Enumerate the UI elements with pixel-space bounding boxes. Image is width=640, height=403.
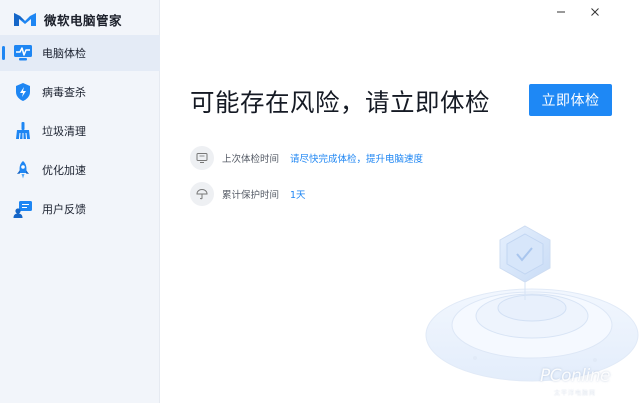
umbrella-icon xyxy=(190,182,214,206)
last-checkup-value[interactable]: 请尽快完成体检，提升电脑速度 xyxy=(290,151,423,165)
close-icon xyxy=(591,8,599,16)
app-logo-icon xyxy=(14,13,36,26)
app-window: 微软电脑管家 电脑体检 病毒查杀 垃圾清理 优化加速 用户反馈 可能存在风险，请… xyxy=(0,0,640,403)
watermark: PConline xyxy=(540,366,610,386)
rocket-icon xyxy=(13,160,33,180)
watermark-subtitle: 太平洋电脑网 xyxy=(554,390,597,397)
status-headline: 可能存在风险，请立即体检 xyxy=(190,88,490,117)
sidebar-item-label: 病毒查杀 xyxy=(42,86,86,99)
active-indicator xyxy=(2,46,5,60)
sidebar-item-cleanup[interactable]: 垃圾清理 xyxy=(0,113,160,149)
sidebar-item-label: 用户反馈 xyxy=(42,203,86,216)
sidebar-item-feedback[interactable]: 用户反馈 xyxy=(0,191,160,227)
last-checkup-label: 上次体检时间 xyxy=(222,154,280,165)
feedback-icon xyxy=(13,199,33,219)
sidebar-item-optimize[interactable]: 优化加速 xyxy=(0,152,160,188)
start-checkup-button[interactable]: 立即体检 xyxy=(529,84,612,116)
monitor-pulse-icon xyxy=(13,43,33,63)
protection-time-value: 1天 xyxy=(290,190,306,201)
shield-icon xyxy=(13,82,33,102)
sidebar: 微软电脑管家 电脑体检 病毒查杀 垃圾清理 优化加速 用户反馈 xyxy=(0,0,160,403)
sidebar-item-label: 优化加速 xyxy=(42,164,86,177)
app-title: 微软电脑管家 xyxy=(44,12,123,28)
monitor-icon xyxy=(190,146,214,170)
sidebar-item-label: 垃圾清理 xyxy=(42,125,86,138)
protection-time-label: 累计保护时间 xyxy=(222,190,280,201)
sidebar-item-antivirus[interactable]: 病毒查杀 xyxy=(0,74,160,110)
sidebar-item-checkup[interactable]: 电脑体检 xyxy=(0,35,160,71)
brand: 微软电脑管家 xyxy=(14,9,122,29)
close-button[interactable] xyxy=(586,4,604,20)
broom-icon xyxy=(13,121,33,141)
minimize-button[interactable] xyxy=(552,4,570,20)
minimize-icon xyxy=(557,11,565,13)
sidebar-item-label: 电脑体检 xyxy=(42,47,86,60)
protection-time-row: 累计保护时间 1天 xyxy=(190,182,306,206)
last-checkup-row: 上次体检时间 请尽快完成体检，提升电脑速度 xyxy=(190,146,423,170)
